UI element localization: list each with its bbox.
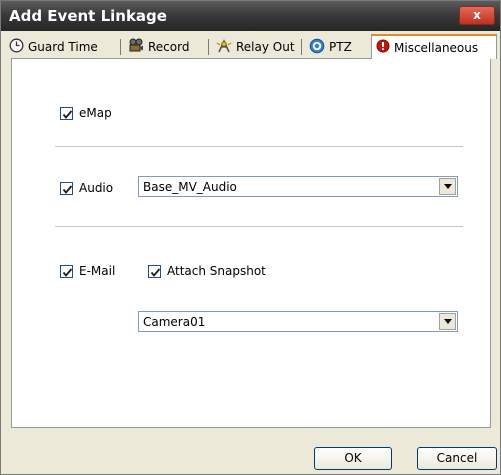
miscellaneous-panel: eMap Audio Base_MV_Audio E-Mail Attach S…: [11, 58, 491, 428]
checkbox-box[interactable]: [148, 264, 161, 278]
checkbox-box[interactable]: [60, 181, 73, 195]
camera-select-value: Camera01: [143, 314, 206, 329]
tab-record[interactable]: Record: [124, 36, 209, 58]
camera-select[interactable]: Camera01: [138, 311, 458, 332]
tab-separator: [208, 39, 209, 55]
tab-separator: [301, 39, 302, 55]
cancel-button[interactable]: Cancel: [417, 447, 497, 470]
title-bar[interactable]: Add Event Linkage x: [1, 1, 500, 31]
checkbox-box[interactable]: [60, 264, 73, 278]
checkbox-label: Attach Snapshot: [167, 264, 266, 278]
tab-separator: [120, 39, 121, 55]
chevron-down-icon[interactable]: [439, 178, 456, 195]
divider: [55, 146, 463, 147]
tab-label: Guard Time: [28, 40, 98, 54]
checkbox-box[interactable]: [60, 106, 73, 120]
tab-miscellaneous[interactable]: Miscellaneous: [371, 34, 497, 59]
emap-checkbox[interactable]: eMap: [60, 106, 112, 120]
tab-guard-time[interactable]: Guard Time: [5, 36, 121, 58]
audio-select[interactable]: Base_MV_Audio: [138, 176, 458, 197]
camera-icon: [128, 38, 144, 56]
ptz-icon: [309, 38, 325, 57]
relay-icon: [216, 38, 232, 57]
add-event-linkage-dialog: Add Event Linkage x Guard Time Record Re…: [0, 0, 501, 475]
ok-button[interactable]: OK: [314, 447, 392, 470]
divider: [55, 226, 463, 227]
checkbox-label: Audio: [79, 181, 114, 195]
clock-icon: [9, 38, 24, 56]
tab-label: PTZ: [329, 40, 352, 54]
tab-label: Record: [148, 40, 190, 54]
checkbox-label: eMap: [79, 106, 112, 120]
checkbox-label: E-Mail: [79, 264, 116, 278]
tab-label: Miscellaneous: [394, 40, 479, 55]
tab-label: Relay Out: [236, 40, 295, 54]
chevron-down-icon[interactable]: [439, 313, 456, 330]
alert-icon: [376, 39, 390, 56]
email-checkbox[interactable]: E-Mail: [60, 264, 115, 278]
audio-select-value: Base_MV_Audio: [143, 179, 237, 194]
window-title: Add Event Linkage: [9, 7, 167, 25]
tab-relay-out[interactable]: Relay Out: [212, 36, 302, 58]
tab-ptz[interactable]: PTZ: [305, 36, 369, 58]
attach-snapshot-checkbox[interactable]: Attach Snapshot: [148, 264, 266, 278]
close-button[interactable]: x: [459, 6, 495, 25]
tab-strip: Guard Time Record Relay Out PTZ Miscella…: [5, 34, 498, 59]
audio-checkbox[interactable]: Audio: [60, 181, 113, 195]
